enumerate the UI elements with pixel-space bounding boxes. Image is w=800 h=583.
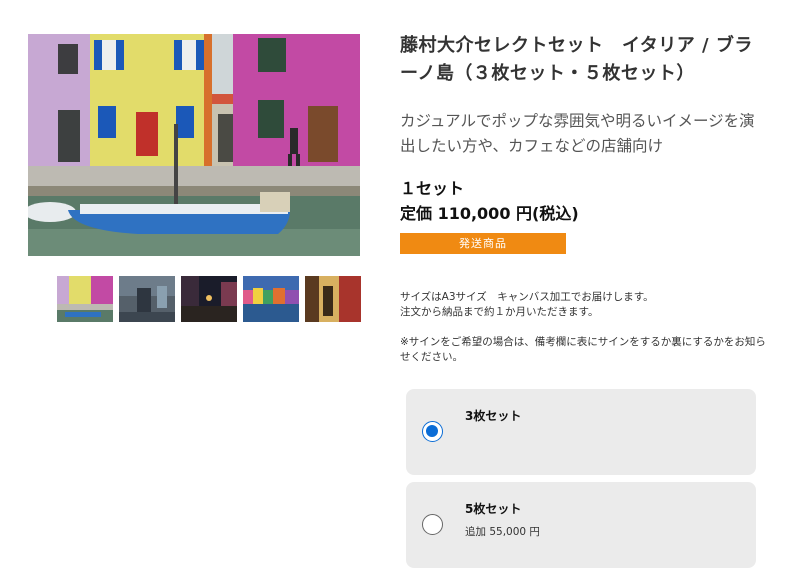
radio-unselected-icon[interactable] (422, 514, 443, 535)
radio-selected-icon[interactable] (422, 421, 443, 442)
thumbnail-2[interactable] (119, 276, 175, 322)
option-label: 5枚セット (465, 502, 522, 516)
thumbnail-4[interactable] (243, 276, 299, 322)
product-title: 藤村大介セレクトセット イタリア / ブラーノ島（３枚セット・５枚セット） (400, 35, 753, 84)
size-delivery-text: サイズはA3サイズ キャンバス加工でお届けします。 注文から納品まで約１か月いた… (400, 291, 654, 318)
thumbnail-5[interactable] (305, 276, 361, 322)
option-3-set[interactable]: 3枚セット (406, 389, 756, 475)
main-product-image (28, 34, 360, 256)
option-extra-price: 追加 55,000 円 (465, 526, 540, 538)
thumbnail-1[interactable] (57, 276, 113, 322)
product-description: カジュアルでポップな雰囲気や明るいイメージを演出したい方や、カフェなどの店舗向け (400, 112, 755, 155)
set-label: １セット (400, 179, 465, 198)
option-5-set[interactable]: 5枚セット 追加 55,000 円 (406, 482, 756, 568)
signature-note: ※サインをご希望の場合は、備考欄に表にサインをするか裏にするかをお知らせください… (400, 336, 766, 363)
price: 定価 110,000 円(税込) (400, 204, 579, 223)
thumbnail-3[interactable] (181, 276, 237, 322)
shipping-badge: 発送商品 (400, 233, 566, 254)
option-label: 3枚セット (465, 409, 522, 423)
product-info: サイズはA3サイズ キャンバス加工でお届けします。 注文から納品まで約１か月いた… (400, 290, 770, 365)
thumbnail-strip (57, 276, 361, 322)
